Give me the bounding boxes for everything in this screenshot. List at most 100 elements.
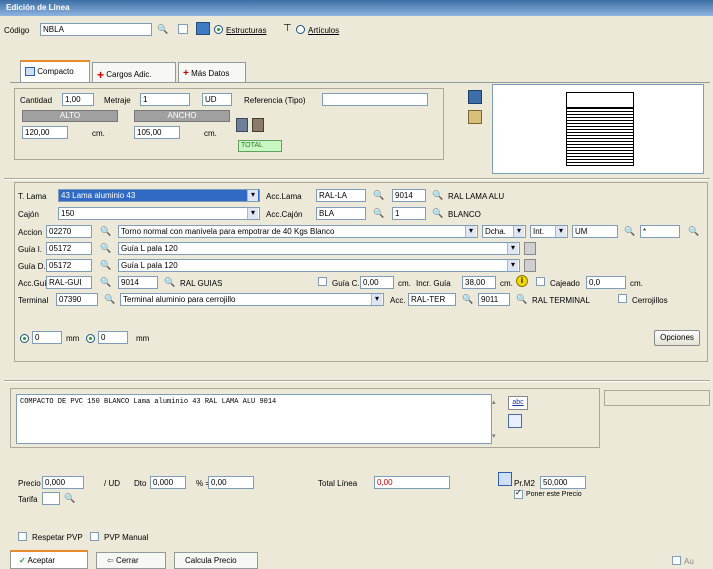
scroll-down-icon[interactable]: ▾ <box>492 432 496 440</box>
tarifa-input[interactable] <box>42 492 60 505</box>
accgui-label: Acc.Guí <box>18 279 47 288</box>
referencia-input[interactable] <box>322 93 428 106</box>
cajeado-input[interactable]: 0,0 <box>586 276 626 289</box>
terminal-code-input[interactable]: 07390 <box>56 293 98 306</box>
cajeado-cm-label: cm. <box>630 279 643 288</box>
accter-num-input[interactable]: 9011 <box>478 293 510 306</box>
alto-input[interactable]: 120,00 <box>22 126 68 139</box>
guiai-select[interactable]: Guía L pala 120 <box>118 242 520 255</box>
calcula-precio-button[interactable]: Calcula Precio <box>174 552 258 569</box>
cerrar-button[interactable]: ⇦ Cerrar <box>96 552 166 569</box>
guiad-image-icon[interactable] <box>524 259 536 272</box>
articulos-radio[interactable] <box>296 25 305 34</box>
aceptar-button[interactable]: ✓ Aceptar <box>10 550 88 569</box>
tab-mas-datos[interactable]: + Más Datos <box>178 62 246 82</box>
guiac-input[interactable]: 0,00 <box>360 276 394 289</box>
guiai-code-input[interactable]: 05172 <box>46 242 92 255</box>
acclama-code-input[interactable]: RAL-LA <box>316 189 366 202</box>
au-checkbox[interactable] <box>672 556 681 565</box>
scroll-up-icon[interactable]: ▴ <box>492 398 496 406</box>
acclama-num-input[interactable]: 9014 <box>392 189 426 202</box>
accion-search-icon[interactable]: 🔍 <box>100 226 111 236</box>
guiac-checkbox[interactable] <box>318 277 327 286</box>
poner-precio-checkbox[interactable]: ✓ <box>514 488 523 499</box>
prm2-input[interactable]: 50,000 <box>540 476 586 489</box>
acccajon-num-input[interactable]: 1 <box>392 207 426 220</box>
cerrojillos-checkbox[interactable] <box>618 294 627 303</box>
tlama-select[interactable]: 43 Lama aluminio 43 <box>58 189 260 202</box>
dcha-select[interactable]: Dcha. <box>482 225 526 238</box>
ancho-input[interactable]: 105,00 <box>134 126 180 139</box>
acclama-num-search-icon[interactable]: 🔍 <box>432 190 443 200</box>
acclama-search-icon[interactable]: 🔍 <box>373 190 384 200</box>
um-search-icon[interactable]: 🔍 <box>624 226 635 236</box>
blind-slats-drawing <box>566 108 634 166</box>
cajon-select[interactable]: 150 <box>58 207 260 220</box>
accgui-num-search-icon[interactable]: 🔍 <box>164 277 175 287</box>
cerrojillos-label: Cerrojillos <box>632 296 668 305</box>
int-select[interactable]: Int. <box>530 225 568 238</box>
acccajon-code-input[interactable]: BLA <box>316 207 366 220</box>
incr-input[interactable]: 38,00 <box>462 276 496 289</box>
metraje-input[interactable]: 1 <box>140 93 190 106</box>
acccajon-num-search-icon[interactable]: 🔍 <box>432 208 443 218</box>
grid-alt-icon[interactable] <box>252 118 264 132</box>
guiad-code-input[interactable]: 05172 <box>46 259 92 272</box>
terminal-search-icon[interactable]: 🔍 <box>104 294 115 304</box>
dto-input[interactable]: 0,000 <box>150 476 186 489</box>
opciones-button[interactable]: Opciones <box>654 330 700 346</box>
guiad-select[interactable]: Guía L pala 120 <box>118 259 520 272</box>
articulos-label: Artículos <box>308 26 340 35</box>
accter-num-search-icon[interactable]: 🔍 <box>516 294 527 304</box>
accgui-search-icon[interactable]: 🔍 <box>100 277 111 287</box>
mm2-radio[interactable] <box>86 334 95 343</box>
guiad-label: Guía D. <box>18 262 46 271</box>
cajon-label: Cajón <box>18 210 39 219</box>
mm1-radio[interactable] <box>20 334 29 343</box>
mm1-input[interactable]: 0 <box>32 331 62 344</box>
guiai-label: Guía I. <box>18 245 43 254</box>
guiai-image-icon[interactable] <box>524 242 536 255</box>
pvp-manual-label: PVP Manual <box>104 533 149 542</box>
accgui-num-input[interactable]: 9014 <box>118 276 158 289</box>
check-icon: ✓ <box>19 556 26 565</box>
pct-input[interactable]: 0,00 <box>208 476 254 489</box>
info-icon[interactable]: i <box>516 275 528 287</box>
accgui-code-input[interactable]: RAL-GUI <box>46 276 92 289</box>
accion-select[interactable]: Torno normal con manivela para empotrar … <box>118 225 478 238</box>
guiad-search-icon[interactable]: 🔍 <box>100 260 111 270</box>
spellcheck-button[interactable]: abc <box>508 396 528 410</box>
codigo-input[interactable]: NBLA <box>40 23 152 36</box>
guiai-search-icon[interactable]: 🔍 <box>100 243 111 253</box>
um-input[interactable]: UM <box>572 225 618 238</box>
tab-compacto[interactable]: Compacto <box>20 60 90 83</box>
description-textarea[interactable]: COMPACTO DE PVC 150 BLANCO Lama aluminio… <box>16 394 492 444</box>
tab-cargos-adic[interactable]: + Cargos Adic. <box>92 62 176 82</box>
terminal-select[interactable]: Terminal aluminio para cerrojillo <box>120 293 384 306</box>
accion-code-input[interactable]: 02270 <box>46 225 92 238</box>
tab-cargos-label: Cargos Adic. <box>106 70 152 80</box>
acccajon-search-icon[interactable]: 🔍 <box>373 208 384 218</box>
blank-button-icon[interactable] <box>178 24 188 34</box>
cajeado-checkbox[interactable] <box>536 277 545 286</box>
grid-icon[interactable] <box>236 118 248 132</box>
pvp-manual-checkbox[interactable] <box>90 532 99 541</box>
clipboard-icon[interactable] <box>468 110 482 124</box>
ancho-header: ANCHO <box>134 110 230 122</box>
respetar-pvp-checkbox[interactable] <box>18 532 27 541</box>
estructuras-radio[interactable] <box>214 25 223 34</box>
accion-extra-input[interactable]: * <box>640 225 680 238</box>
accter-search-icon[interactable]: 🔍 <box>462 294 473 304</box>
window-title: Edición de Línea <box>0 0 713 16</box>
tarifa-search-icon[interactable]: 🔍 <box>64 493 75 503</box>
precio-input[interactable]: 0,000 <box>42 476 84 489</box>
accion-extra-search-icon[interactable]: 🔍 <box>688 226 699 236</box>
respetar-pvp-label: Respetar PVP <box>32 533 83 542</box>
document-icon[interactable] <box>508 414 522 428</box>
search-icon[interactable]: 🔍 <box>157 24 168 34</box>
cantidad-input[interactable]: 1,00 <box>62 93 94 106</box>
mm2-input[interactable]: 0 <box>98 331 128 344</box>
accter-code-input[interactable]: RAL-TER <box>408 293 456 306</box>
calculator-icon[interactable] <box>468 90 482 104</box>
unit-input[interactable]: UD <box>202 93 232 106</box>
